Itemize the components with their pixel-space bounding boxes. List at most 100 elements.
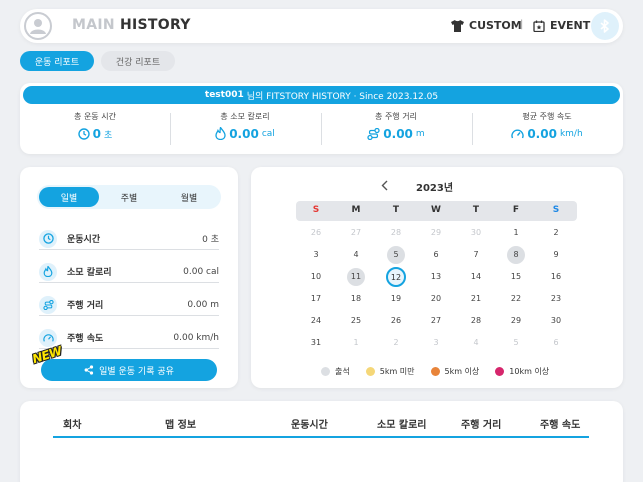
stat-label: 평균 주행 속도 <box>522 112 572 121</box>
calendar-day[interactable]: 29 <box>506 312 526 330</box>
event-button[interactable]: EVENT <box>533 19 590 32</box>
weekday-label: M <box>351 205 361 215</box>
custom-button[interactable]: CUSTOM <box>451 19 522 32</box>
calendar-day[interactable]: 17 <box>306 290 326 308</box>
share-daily-record-button[interactable]: 일별 운동 기록 공유 <box>41 359 217 381</box>
history-table-card: 회차 맵 정보 운동시간 소모 칼로리 주행 거리 주행 속도 <box>20 401 623 482</box>
calendar-day[interactable]: 13 <box>426 268 446 286</box>
calendar-day[interactable]: 14 <box>466 268 486 286</box>
calendar-star-icon <box>533 20 545 32</box>
stat-value: 0.00 <box>229 126 259 141</box>
avatar[interactable] <box>24 12 52 40</box>
calendar-day[interactable]: 1 <box>346 334 366 352</box>
weekday-label: S <box>552 205 560 215</box>
calendar-card: 2023년 SMTWTFS 26 27 28 29 30 1 2 3 4 5 6 7 8 9 10 11 12 1… <box>251 167 623 388</box>
column-header: 소모 칼로리 <box>377 420 427 431</box>
weekday-label: T <box>472 205 480 215</box>
calendar-day[interactable]: 26 <box>386 312 406 330</box>
stat-label: 총 소모 칼로리 <box>220 112 270 121</box>
column-header: 회차 <box>63 420 82 431</box>
legend-item: 10km 이상 <box>495 366 549 377</box>
metric-calories: 소모 칼로리 0.00 cal <box>39 261 219 283</box>
daily-metrics-card: 일별 주별 월별 운동시간 0 초 소모 칼로리 0.00 cal 주행 거리 … <box>20 167 238 388</box>
calendar-weekday-header: SMTWTFS <box>296 201 577 221</box>
calendar-day[interactable]: 10 <box>306 268 326 286</box>
calendar-day[interactable]: 18 <box>346 290 366 308</box>
metric-distance: 주행 거리 0.00 m <box>39 294 219 316</box>
stat-total-time: 총 운동 시간 0 초 <box>20 111 170 144</box>
metric-value: 0.00 m <box>187 299 219 310</box>
weekday-label: W <box>431 205 441 215</box>
calendar-day[interactable]: 27 <box>346 224 366 242</box>
calendar-day[interactable]: 24 <box>306 312 326 330</box>
calendar-day[interactable]: 29 <box>426 224 446 242</box>
calendar-day[interactable]: 27 <box>426 312 446 330</box>
stat-total-distance: 총 주행 거리 0.00 m <box>321 111 471 144</box>
legend-dot <box>430 367 440 376</box>
calendar-day[interactable]: 5 <box>506 334 526 352</box>
weekday-label: F <box>512 205 520 215</box>
calendar-day[interactable]: 23 <box>546 290 566 308</box>
route-icon <box>39 295 57 314</box>
calendar-day[interactable]: 16 <box>546 268 566 286</box>
calendar-day[interactable]: 30 <box>466 224 486 242</box>
calendar-day[interactable]: 6 <box>546 334 566 352</box>
calendar-day[interactable]: 28 <box>386 224 406 242</box>
calendar-day[interactable]: 4 <box>346 246 366 264</box>
calendar-day[interactable]: 6 <box>426 246 446 264</box>
calendar-day[interactable]: 2 <box>546 224 566 242</box>
period-tabs: 일별 주별 월별 <box>37 185 221 209</box>
shirt-icon <box>451 19 464 32</box>
custom-label: CUSTOM <box>469 19 522 32</box>
calendar-year: 2023년 <box>416 183 454 194</box>
stat-unit: m <box>415 129 425 139</box>
calendar-day-selected[interactable]: 12 <box>386 267 406 287</box>
tab-daily[interactable]: 일별 <box>39 187 99 207</box>
tab-main[interactable]: MAIN <box>72 17 115 33</box>
clock-icon <box>39 229 57 248</box>
calendar-day[interactable]: 21 <box>466 290 486 308</box>
calendar-day[interactable]: 22 <box>506 290 526 308</box>
calendar-day[interactable]: 5 <box>387 246 405 264</box>
calendar-day[interactable]: 20 <box>426 290 446 308</box>
legend-dot <box>321 367 330 376</box>
summary-card: test001 님의 FITSTORY HISTORY · Since 2023… <box>20 83 623 154</box>
calendar-legend: 출석 5km 미만 5km 이상 10km 이상 <box>321 366 549 377</box>
calendar-day[interactable]: 15 <box>506 268 526 286</box>
top-bar: MAIN HISTORY CUSTOM | EVENT <box>20 9 623 43</box>
stat-label: 총 운동 시간 <box>74 112 116 121</box>
previous-button[interactable] <box>378 178 390 192</box>
legend-dot <box>495 367 505 376</box>
legend-label: 5km 이상 <box>444 367 480 376</box>
calendar-day[interactable]: 7 <box>466 246 486 264</box>
calendar-day[interactable]: 1 <box>506 224 526 242</box>
tab-health-report[interactable]: 건강 리포트 <box>101 51 175 71</box>
calendar-day[interactable]: 2 <box>386 334 406 352</box>
tab-history[interactable]: HISTORY <box>120 17 191 33</box>
calendar-day[interactable]: 30 <box>546 312 566 330</box>
stat-value: 0.00 <box>383 127 413 141</box>
stat-average-speed: 평균 주행 속도 0.00 km/h <box>472 111 622 144</box>
calendar-day[interactable]: 11 <box>347 268 365 286</box>
bluetooth-button[interactable] <box>591 12 619 40</box>
metric-value: 0 초 <box>202 235 219 245</box>
tab-weekly[interactable]: 주별 <box>99 187 159 207</box>
calendar-day[interactable]: 4 <box>466 334 486 352</box>
stat-value: 0 <box>92 127 102 141</box>
calendar-day[interactable]: 25 <box>346 312 366 330</box>
column-header: 운동시간 <box>291 420 328 431</box>
summary-user: test001 <box>204 90 244 100</box>
tab-monthly[interactable]: 월별 <box>159 187 219 207</box>
calendar-day[interactable]: 8 <box>507 246 525 264</box>
calendar-day[interactable]: 28 <box>466 312 486 330</box>
calendar-day[interactable]: 3 <box>426 334 446 352</box>
share-icon <box>84 365 94 375</box>
flame-icon <box>39 262 57 281</box>
calendar-day[interactable]: 9 <box>546 246 566 264</box>
calendar-day[interactable]: 3 <box>306 246 326 264</box>
calendar-day[interactable]: 19 <box>386 290 406 308</box>
tab-exercise-report[interactable]: 운동 리포트 <box>20 51 94 71</box>
calendar-day[interactable]: 26 <box>306 224 326 242</box>
calendar-day[interactable]: 31 <box>306 334 326 352</box>
weekday-label: T <box>392 205 400 215</box>
